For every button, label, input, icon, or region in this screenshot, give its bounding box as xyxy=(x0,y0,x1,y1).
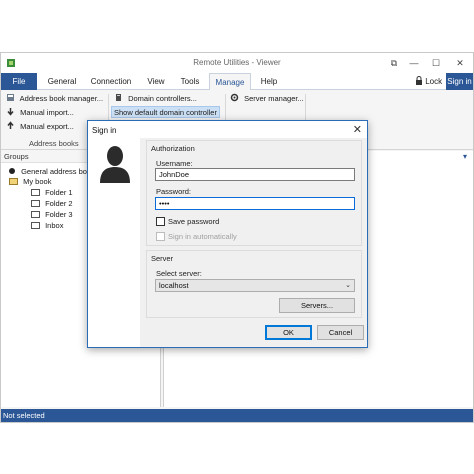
domain-controllers-button[interactable]: Domain controllers... xyxy=(114,93,197,105)
address-book-manager-label: Address book manager... xyxy=(19,94,104,103)
tree-item-label: Folder 1 xyxy=(45,188,73,197)
chevron-down-icon[interactable]: ▾ xyxy=(463,152,467,161)
password-input[interactable] xyxy=(155,197,355,210)
export-arrow-icon xyxy=(7,121,14,129)
folder-icon xyxy=(31,211,40,218)
open-folder-icon xyxy=(9,178,18,185)
address-book-icon xyxy=(7,94,14,101)
ok-button[interactable]: OK xyxy=(265,325,312,340)
tab-view[interactable]: View xyxy=(141,73,171,90)
select-server-label: Select server: xyxy=(156,269,202,278)
maximize-icon[interactable]: ☐ xyxy=(427,56,445,70)
tab-tools[interactable]: Tools xyxy=(175,73,205,90)
server-group: Server Select server: localhost ⌄ Server… xyxy=(146,250,362,318)
tab-file[interactable]: File xyxy=(1,73,37,90)
dialog-close-icon[interactable]: ✕ xyxy=(353,123,362,136)
title-bar: Remote Utilities - Viewer ⧉ — ☐ ✕ xyxy=(1,53,473,73)
tree-item-label: My book xyxy=(23,177,52,186)
sign-in-automatically-checkbox[interactable] xyxy=(156,232,165,241)
tree-item-label: General address book xyxy=(21,167,95,176)
server-manager-button[interactable]: Server manager... xyxy=(230,93,304,105)
restore-icon[interactable]: ⧉ xyxy=(385,56,403,70)
server-select[interactable]: localhost ⌄ xyxy=(155,279,355,292)
tree-item-my-book[interactable]: My book xyxy=(9,177,51,187)
signin-tab[interactable]: Sign in xyxy=(446,73,473,90)
cancel-button[interactable]: Cancel xyxy=(317,325,364,340)
tree-item-folder-3[interactable]: Folder 3 xyxy=(31,210,73,220)
tab-manage[interactable]: Manage xyxy=(209,73,251,91)
username-input[interactable] xyxy=(155,168,355,181)
folder-icon xyxy=(31,189,40,196)
dialog-title: Sign in xyxy=(92,126,117,135)
authorization-group: Authorization Username: Password: Save p… xyxy=(146,140,362,246)
tab-help[interactable]: Help xyxy=(255,73,283,90)
tree-item-label: Inbox xyxy=(45,221,64,230)
manual-import-label: Manual import... xyxy=(20,108,74,117)
status-bar: Not selected xyxy=(1,409,473,422)
servers-button[interactable]: Servers... xyxy=(279,298,355,313)
save-password-checkbox[interactable] xyxy=(156,217,165,226)
chevron-down-icon: ⌄ xyxy=(345,282,351,289)
lock-label: Lock xyxy=(425,77,443,86)
lock-icon xyxy=(416,76,422,85)
lock-button[interactable]: Lock xyxy=(415,73,442,90)
server-manager-label: Server manager... xyxy=(244,94,304,103)
address-books-group-label: Address books xyxy=(29,139,79,148)
manual-export-label: Manual export... xyxy=(20,122,74,131)
tree-item-label: Folder 2 xyxy=(45,199,73,208)
signin-dialog: Sign in ✕ Authorization Username: Passwo… xyxy=(87,120,368,348)
import-arrow-icon xyxy=(7,108,14,116)
tab-connection[interactable]: Connection xyxy=(86,73,136,90)
dialog-avatar-panel xyxy=(88,138,140,347)
server-gear-icon xyxy=(230,93,239,102)
show-default-dc-button[interactable]: Show default domain controller xyxy=(111,106,220,118)
authorization-title: Authorization xyxy=(151,144,195,153)
inbox-icon xyxy=(31,222,40,229)
domain-controller-icon xyxy=(116,94,121,101)
tree-item-folder-1[interactable]: Folder 1 xyxy=(31,188,73,198)
password-label: Password: xyxy=(156,187,192,196)
close-window-icon[interactable]: ✕ xyxy=(451,56,469,70)
username-label: Username: xyxy=(156,159,193,168)
tree-item-label: Folder 3 xyxy=(45,210,73,219)
tree-item-folder-2[interactable]: Folder 2 xyxy=(31,199,73,209)
user-avatar-icon xyxy=(100,146,130,183)
manual-export-button[interactable]: Manual export... xyxy=(6,121,74,133)
folder-icon xyxy=(31,200,40,207)
manual-import-button[interactable]: Manual import... xyxy=(6,107,74,119)
server-title: Server xyxy=(151,254,174,263)
server-select-value: localhost xyxy=(159,281,189,290)
domain-controllers-label: Domain controllers... xyxy=(128,94,197,103)
sign-in-automatically-label: Sign in automatically xyxy=(168,232,237,241)
minimize-icon[interactable]: — xyxy=(405,56,423,70)
tree-item-inbox[interactable]: Inbox xyxy=(31,221,63,231)
ribbon-tabs: File General Connection View Tools Manag… xyxy=(1,73,473,91)
address-book-manager-button[interactable]: Address book manager... xyxy=(6,93,103,105)
book-dot-icon xyxy=(9,168,15,174)
tree-item-general-address-book[interactable]: General address book xyxy=(9,167,95,177)
tab-general[interactable]: General xyxy=(43,73,81,90)
save-password-label: Save password xyxy=(168,217,220,226)
dialog-body: Authorization Username: Password: Save p… xyxy=(140,138,367,347)
